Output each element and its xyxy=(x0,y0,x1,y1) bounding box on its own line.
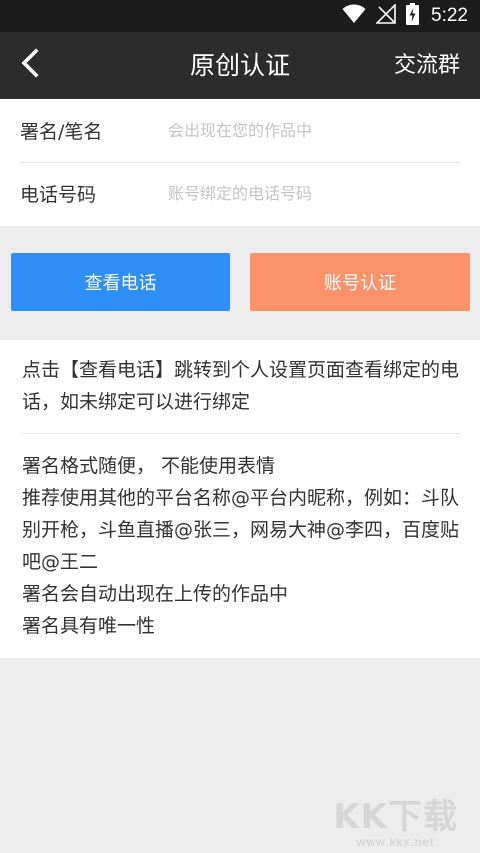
rule-format: 署名格式随便， 不能使用表情 xyxy=(22,455,276,477)
app-bar: 原创认证 交流群 xyxy=(0,32,480,99)
signature-row: 署名/笔名 xyxy=(20,99,460,163)
wifi-icon xyxy=(342,4,366,28)
rule-recommendation: 推荐使用其他的平台名称@平台内昵称，例如：斗队别开枪，斗鱼直播@张三，网易大神@… xyxy=(22,487,460,573)
phone-label: 电话号码 xyxy=(20,184,97,206)
watermark-url: www.kkx.net xyxy=(356,835,435,849)
group-chat-button[interactable]: 交流群 xyxy=(394,32,460,99)
watermark: KK下载 www.kkx.net xyxy=(333,799,458,849)
phone-input[interactable] xyxy=(168,173,460,214)
phone-row: 电话号码 xyxy=(20,162,460,225)
verify-account-button[interactable]: 账号认证 xyxy=(250,253,470,311)
divider xyxy=(22,433,460,434)
status-time: 5:22 xyxy=(431,5,468,26)
info-card: 点击【查看电话】跳转到个人设置页面查看绑定的电话，如未绑定可以进行绑定 署名格式… xyxy=(0,340,480,658)
signature-label: 署名/笔名 xyxy=(20,121,103,143)
status-bar: 5:22 xyxy=(0,0,480,32)
battery-charging-icon xyxy=(406,3,420,29)
status-icons: 5:22 xyxy=(342,0,468,32)
signature-rules: 署名格式随便， 不能使用表情 推荐使用其他的平台名称@平台内昵称，例如：斗队别开… xyxy=(22,450,462,642)
rule-unique: 署名具有唯一性 xyxy=(22,615,156,637)
rule-auto-display: 署名会自动出现在上传的作品中 xyxy=(22,583,289,605)
watermark-logo: KK下载 xyxy=(333,797,458,837)
signature-input[interactable] xyxy=(168,110,460,151)
view-phone-button[interactable]: 查看电话 xyxy=(11,253,230,311)
signal-off-icon xyxy=(375,3,396,28)
view-phone-tip: 点击【查看电话】跳转到个人设置页面查看绑定的电话，如未绑定可以进行绑定 xyxy=(22,359,460,413)
form-card: 署名/笔名 电话号码 xyxy=(0,99,480,226)
